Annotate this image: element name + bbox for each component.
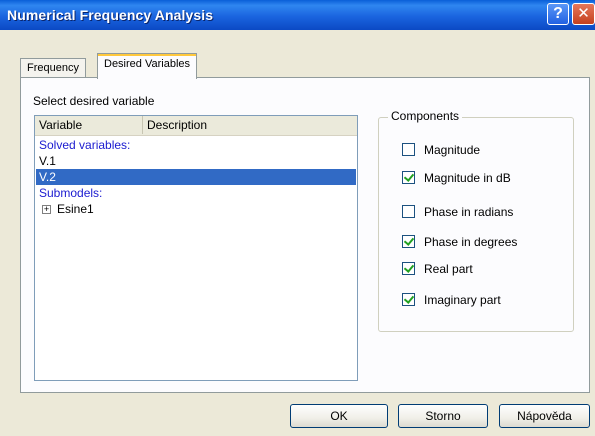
column-header-variable[interactable]: Variable <box>35 116 143 134</box>
checkbox-phase-radians-box[interactable] <box>402 205 415 218</box>
title-bar: Numerical Frequency Analysis ? ✕ <box>0 0 595 30</box>
list-item-esine1[interactable]: + Esine1 <box>36 201 356 217</box>
checkbox-real-part-label: Real part <box>424 262 473 276</box>
checkbox-magnitude-box[interactable] <box>402 143 415 156</box>
checkbox-magnitude-db-box[interactable] <box>402 171 415 184</box>
checkbox-phase-radians-label: Phase in radians <box>424 205 514 219</box>
components-legend: Components <box>388 109 463 123</box>
list-group-submodels: Submodels: <box>39 186 103 200</box>
help-title-button[interactable]: ? <box>547 3 569 25</box>
help-button[interactable]: Nápověda <box>499 404 590 428</box>
cancel-button[interactable]: Storno <box>398 404 488 428</box>
expand-icon[interactable]: + <box>42 205 51 215</box>
ok-button[interactable]: OK <box>290 404 388 428</box>
checkbox-imaginary-part[interactable]: Imaginary part <box>402 293 501 309</box>
column-header-description[interactable]: Description <box>143 116 357 134</box>
tab-desired-variables-label: Desired Variables <box>104 58 191 70</box>
checkbox-real-part[interactable]: Real part <box>402 262 473 278</box>
checkbox-magnitude-label: Magnitude <box>424 143 481 157</box>
help-icon: ? <box>553 5 563 22</box>
list-item-v1[interactable]: V.1 <box>36 153 356 169</box>
checkbox-phase-degrees-label: Phase in degrees <box>424 235 518 249</box>
list-group-solved-variables: Solved variables: <box>39 138 131 152</box>
checkbox-magnitude-db-label: Magnitude in dB <box>424 171 511 185</box>
checkbox-magnitude[interactable]: Magnitude <box>402 143 480 159</box>
list-item-esine1-label: Esine1 <box>57 202 94 216</box>
checkbox-phase-radians[interactable]: Phase in radians <box>402 205 513 221</box>
checkbox-imaginary-part-label: Imaginary part <box>424 293 501 307</box>
checkbox-phase-degrees[interactable]: Phase in degrees <box>402 235 517 251</box>
window-title: Numerical Frequency Analysis <box>7 7 214 23</box>
list-item-v2[interactable]: V.2 <box>36 169 356 185</box>
select-variable-label: Select desired variable <box>33 94 155 108</box>
tab-frequency-label: Frequency <box>27 62 79 74</box>
close-button[interactable]: ✕ <box>572 3 595 25</box>
checkbox-imaginary-part-box[interactable] <box>402 293 415 306</box>
list-header: Variable Description <box>35 116 357 136</box>
checkbox-real-part-box[interactable] <box>402 262 415 275</box>
tab-desired-variables[interactable]: Desired Variables <box>97 53 198 79</box>
tab-frequency[interactable]: Frequency <box>20 58 86 78</box>
checkbox-phase-degrees-box[interactable] <box>402 235 415 248</box>
close-icon: ✕ <box>577 5 590 22</box>
checkbox-magnitude-db[interactable]: Magnitude in dB <box>402 171 511 187</box>
variable-list[interactable]: Variable Description Solved variables: V… <box>34 115 358 381</box>
